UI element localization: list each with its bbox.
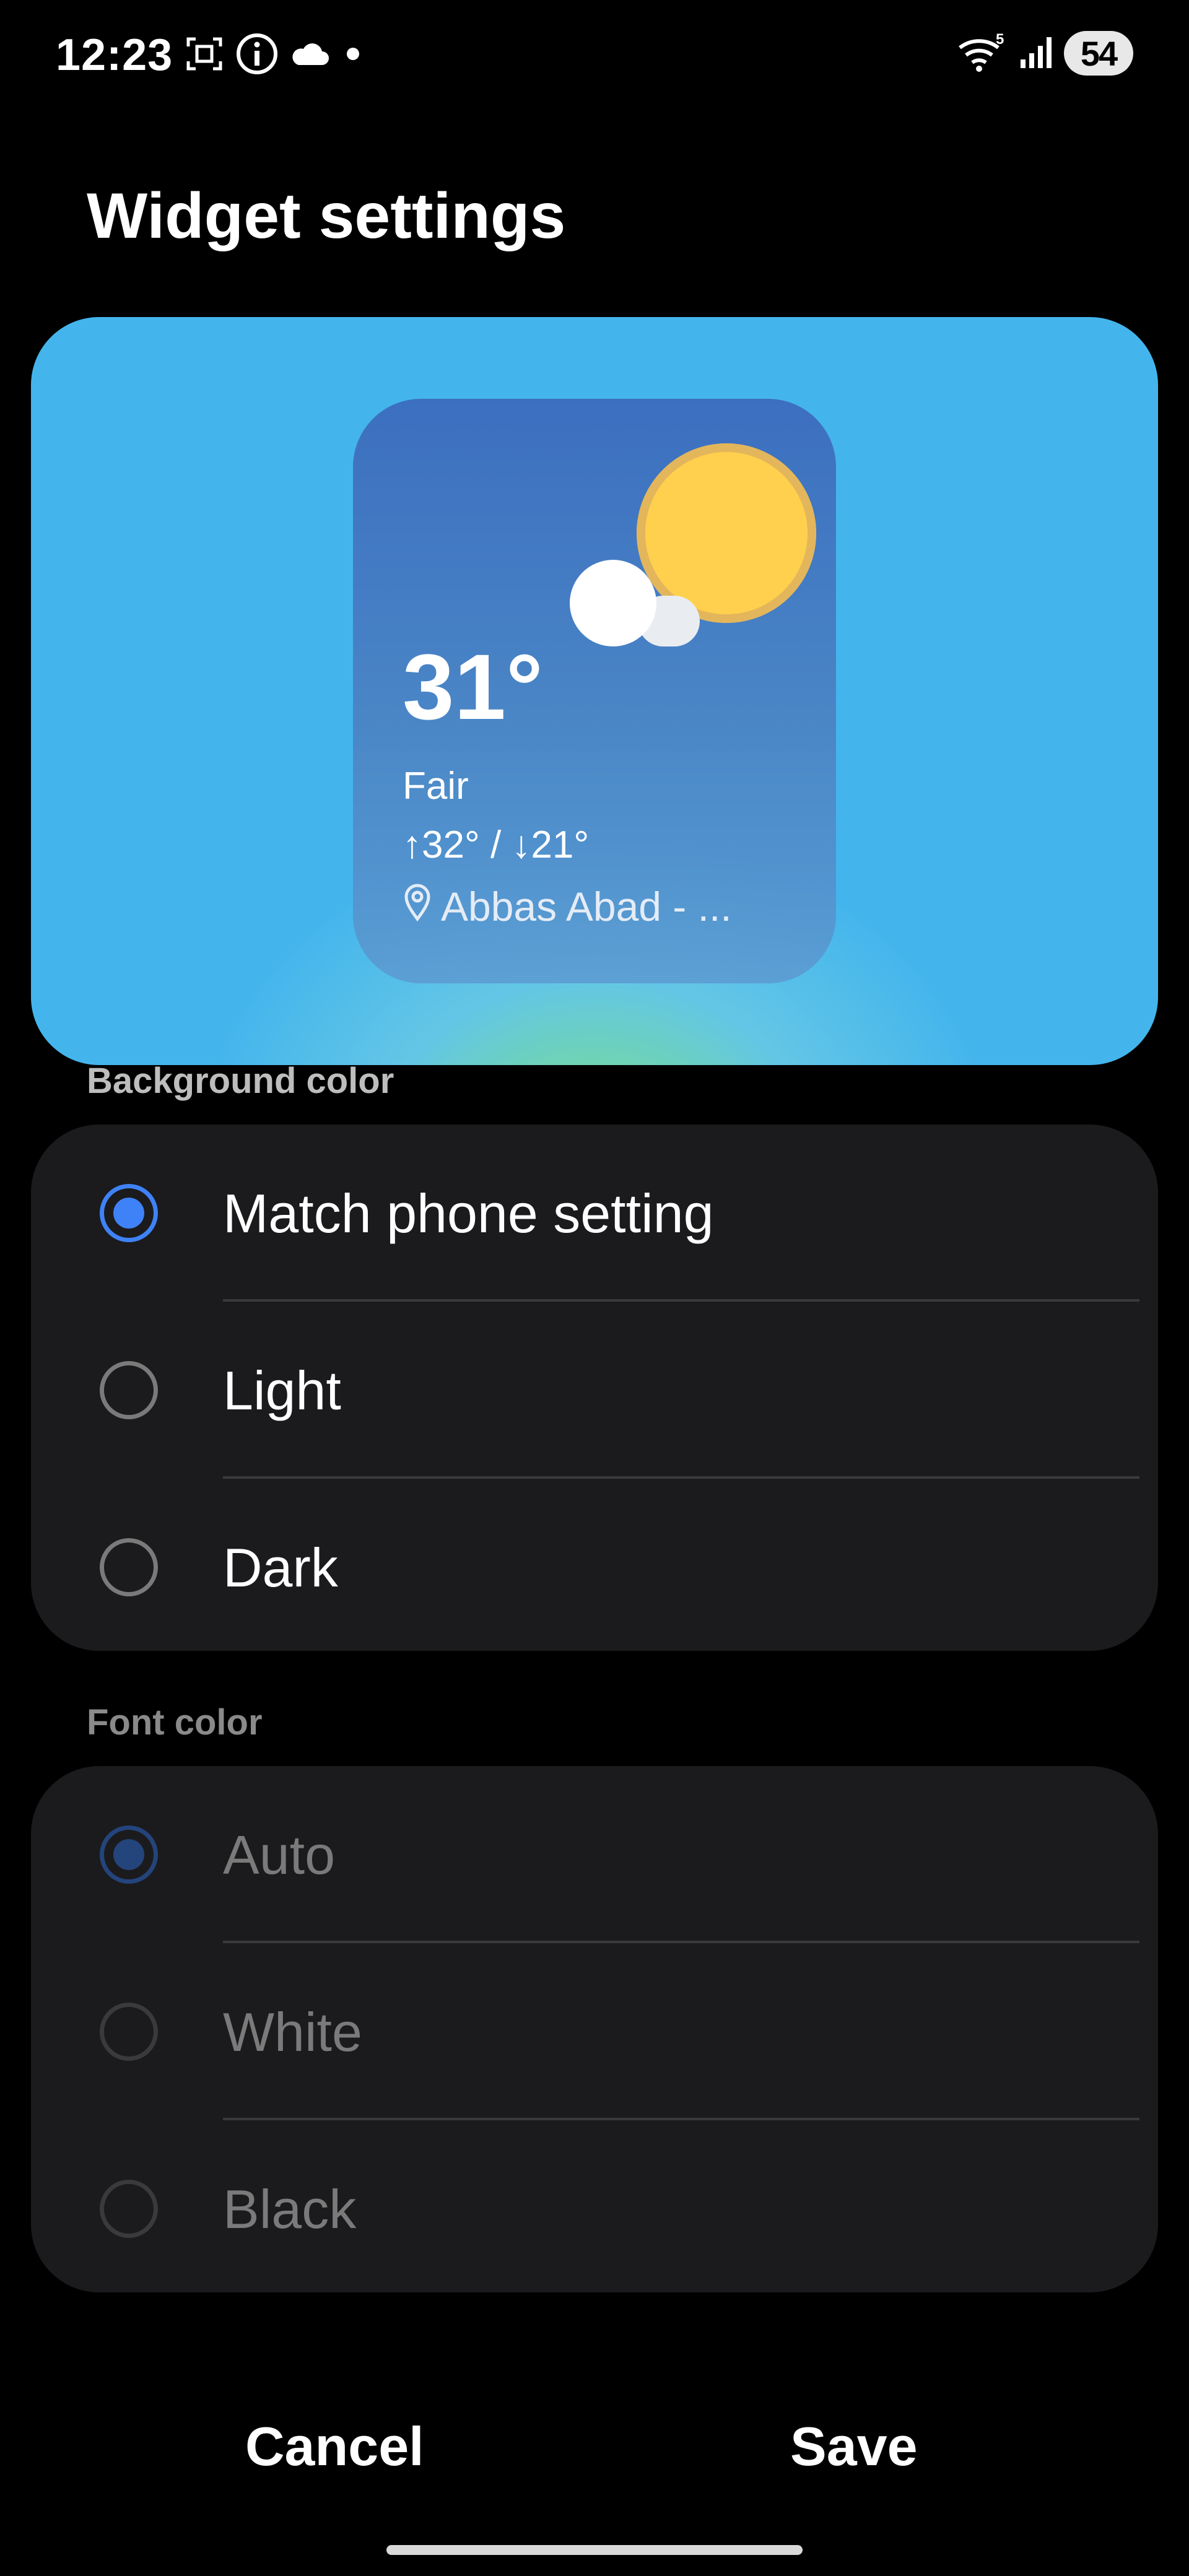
signal-icon [1018,33,1055,74]
font-color-label: Font color [87,1702,263,1743]
font-color-options: Auto White Black [31,1766,1158,2292]
screenshot-icon [185,34,224,74]
page-title: Widget settings [87,180,566,252]
location-pin-icon [403,882,432,931]
radio-button[interactable] [100,1538,158,1596]
radio-button-selected[interactable] [100,1184,158,1242]
option-match-phone-setting[interactable]: Match phone setting [31,1125,1158,1302]
option-white: White [31,1943,1158,2120]
radio-button[interactable] [100,1361,158,1419]
radio-button-selected [100,1825,158,1884]
widget-temperature: 31° [403,635,543,739]
widget-condition: Fair [403,765,469,807]
radio-button [100,2003,158,2061]
weather-widget-preview: 31° Fair ↑32° / ↓21° Abbas Abad - ... [353,399,836,983]
home-indicator[interactable] [386,2545,803,2555]
option-auto: Auto [31,1766,1158,1943]
status-icons-left [185,32,365,76]
cloud-icon [570,560,700,653]
option-label: Auto [223,1824,336,1886]
cancel-button[interactable]: Cancel [245,2415,424,2478]
radio-button [100,2180,158,2238]
option-label: White [223,2001,362,2063]
battery-icon: 54 [1064,31,1133,76]
wifi-icon: 5 [957,31,1009,76]
cloud-icon [290,40,329,67]
option-label: Light [223,1360,341,1421]
widget-high-low: ↑32° / ↓21° [403,824,590,866]
option-label: Dark [223,1537,338,1598]
option-light[interactable]: Light [31,1302,1158,1479]
notification-dot-icon [341,41,365,66]
status-icons-right: 5 54 [957,31,1133,76]
widget-location: Abbas Abad - ... [403,882,732,931]
background-color-options: Match phone setting Light Dark [31,1125,1158,1651]
info-icon [235,32,279,76]
status-time: 12:23 [56,30,173,80]
option-label: Black [223,2178,357,2240]
widget-preview-area: 31° Fair ↑32° / ↓21° Abbas Abad - ... [31,317,1158,1065]
battery-level: 54 [1080,33,1118,73]
option-black: Black [31,2120,1158,2297]
network-badge: 5 [996,32,1004,48]
save-button[interactable]: Save [790,2415,918,2478]
status-bar: 12:23 5 54 [0,0,1189,111]
widget-location-text: Abbas Abad - ... [441,883,732,929]
option-label: Match phone setting [223,1183,714,1244]
background-color-label: Background color [87,1061,394,1101]
option-dark[interactable]: Dark [31,1479,1158,1656]
